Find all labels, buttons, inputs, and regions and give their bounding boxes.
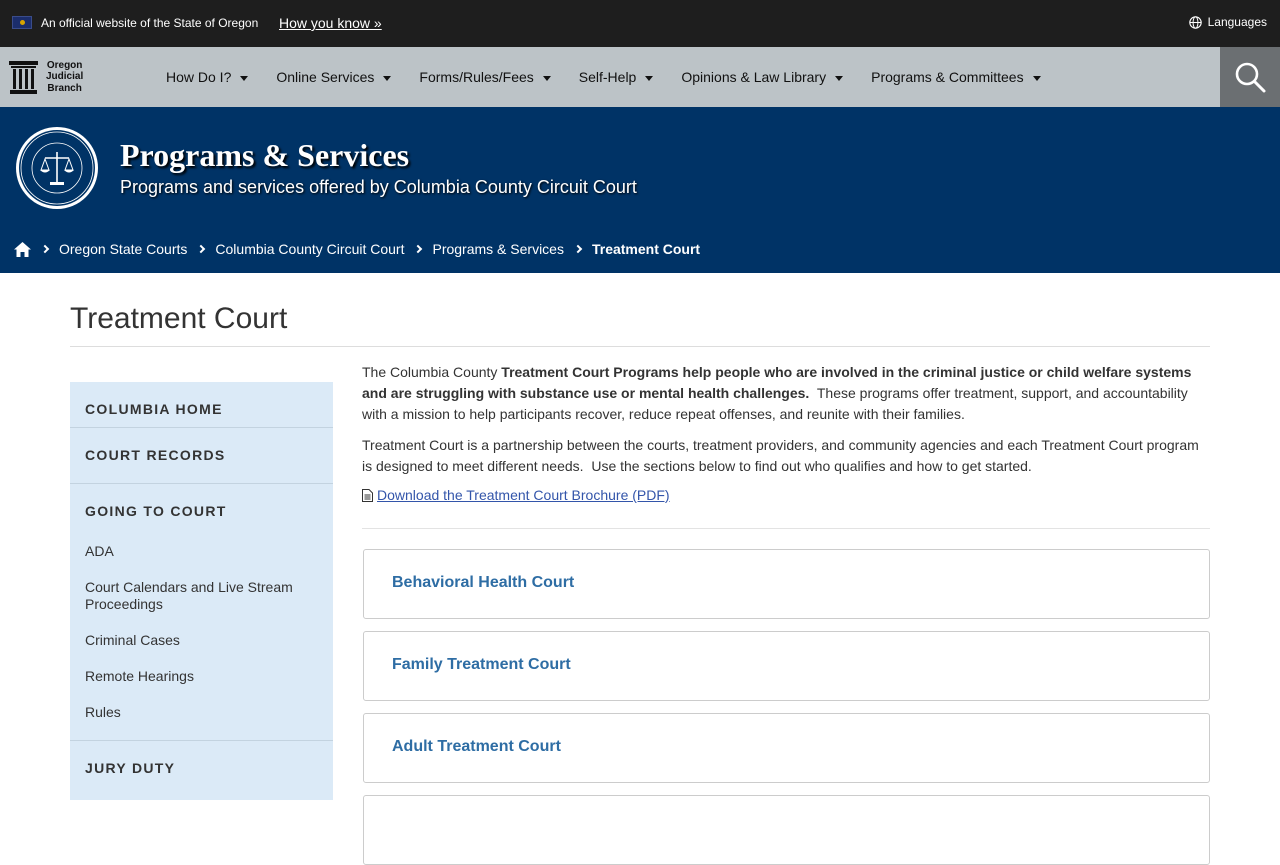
main-content: The Columbia County Treatment Court Prog… — [362, 362, 1210, 487]
ojd-logo[interactable]: Oregon Judicial Branch — [9, 57, 99, 97]
caret-down-icon — [542, 75, 551, 81]
brochure-pdf-link[interactable]: Download the Treatment Court Brochure (P… — [377, 487, 670, 503]
sidebar-link-remote-hearings[interactable]: Remote Hearings — [85, 668, 315, 685]
sidebar-item-going-to-court[interactable]: GOING TO COURT — [85, 503, 227, 519]
main-nav: Oregon Judicial Branch How Do I? Online … — [0, 47, 1280, 107]
chevron-right-icon — [40, 244, 50, 254]
sidebar-item-columbia-home[interactable]: COLUMBIA HOME — [85, 401, 223, 417]
globe-icon — [1188, 15, 1202, 29]
hero-banner: Programs & Services Programs and service… — [0, 107, 1280, 273]
sidebar-nav: COLUMBIA HOME COURT RECORDS GOING TO COU… — [70, 382, 333, 800]
chevron-right-icon — [197, 244, 206, 254]
caret-down-icon — [835, 75, 844, 81]
caret-down-icon — [383, 75, 392, 81]
brochure-download: Download the Treatment Court Brochure (P… — [362, 487, 670, 503]
panel-title: Behavioral Health Court — [392, 574, 575, 591]
intro-paragraph: The Columbia County Treatment Court Prog… — [362, 364, 1192, 422]
hero-subtitle: Programs and services offered by Columbi… — [120, 177, 637, 197]
partnership-paragraph: Treatment Court is a partnership between… — [362, 437, 1203, 474]
panel-title: Adult Treatment Court — [392, 738, 561, 755]
breadcrumb-current: Treatment Court — [591, 241, 701, 257]
sidebar-divider — [70, 740, 333, 741]
sidebar-divider — [70, 427, 333, 428]
pillar-logo-icon — [9, 60, 38, 94]
page-title: Treatment Court — [70, 302, 288, 335]
sidebar-link-criminal-cases[interactable]: Criminal Cases — [85, 632, 315, 649]
logo-text: Oregon Judicial Branch — [46, 59, 84, 94]
hero-title: Programs & Services — [120, 137, 410, 173]
title-divider — [70, 346, 1210, 347]
official-text: An official website of the State of Oreg… — [41, 16, 259, 30]
panel-title: Family Treatment Court — [392, 656, 571, 673]
document-icon — [362, 488, 373, 502]
nav-how-do-i[interactable]: How Do I? — [152, 69, 262, 85]
breadcrumb-columbia-county[interactable]: Columbia County Circuit Court — [215, 241, 404, 257]
nav-opinions-law-library[interactable]: Opinions & Law Library — [667, 69, 857, 85]
how-you-know-link[interactable]: How you know » — [279, 15, 382, 31]
panel-next[interactable] — [363, 795, 1210, 865]
panel-behavioral-health-court[interactable]: Behavioral Health Court — [363, 549, 1210, 619]
chevron-right-icon — [573, 244, 583, 254]
panel-adult-treatment-court[interactable]: Adult Treatment Court — [363, 713, 1210, 783]
sidebar-link-ada[interactable]: ADA — [85, 543, 315, 560]
sidebar-link-court-calendars[interactable]: Court Calendars and Live Stream Proceedi… — [85, 579, 315, 613]
official-banner: An official website of the State of Oreg… — [0, 0, 1280, 47]
search-button[interactable] — [1220, 47, 1280, 107]
breadcrumb: Oregon State Courts Columbia County Circ… — [14, 241, 700, 257]
panel-family-treatment-court[interactable]: Family Treatment Court — [363, 631, 1210, 701]
sidebar-link-rules[interactable]: Rules — [85, 704, 315, 721]
nav-programs-committees[interactable]: Programs & Committees — [857, 69, 1054, 85]
languages-button[interactable]: Languages — [1188, 15, 1267, 29]
nav-menu: How Do I? Online Services Forms/Rules/Fe… — [152, 47, 1055, 107]
search-icon — [1235, 62, 1266, 93]
sidebar-item-jury-duty[interactable]: JURY DUTY — [85, 760, 175, 776]
breadcrumb-oregon-state-courts[interactable]: Oregon State Courts — [59, 241, 187, 257]
chevron-right-icon — [414, 244, 423, 254]
nav-forms-rules-fees[interactable]: Forms/Rules/Fees — [405, 69, 564, 85]
breadcrumb-programs-services[interactable]: Programs & Services — [432, 241, 563, 257]
judicial-seal-icon — [16, 127, 98, 209]
languages-label: Languages — [1207, 15, 1267, 29]
caret-down-icon — [240, 75, 249, 81]
nav-self-help[interactable]: Self-Help — [565, 69, 668, 85]
home-icon[interactable] — [14, 241, 31, 257]
sidebar-item-court-records[interactable]: COURT RECORDS — [85, 447, 226, 463]
caret-down-icon — [1032, 75, 1041, 81]
sidebar-divider — [70, 483, 333, 484]
content-divider — [362, 528, 1210, 529]
nav-online-services[interactable]: Online Services — [262, 69, 405, 85]
oregon-flag-icon — [12, 16, 32, 29]
caret-down-icon — [645, 75, 654, 81]
